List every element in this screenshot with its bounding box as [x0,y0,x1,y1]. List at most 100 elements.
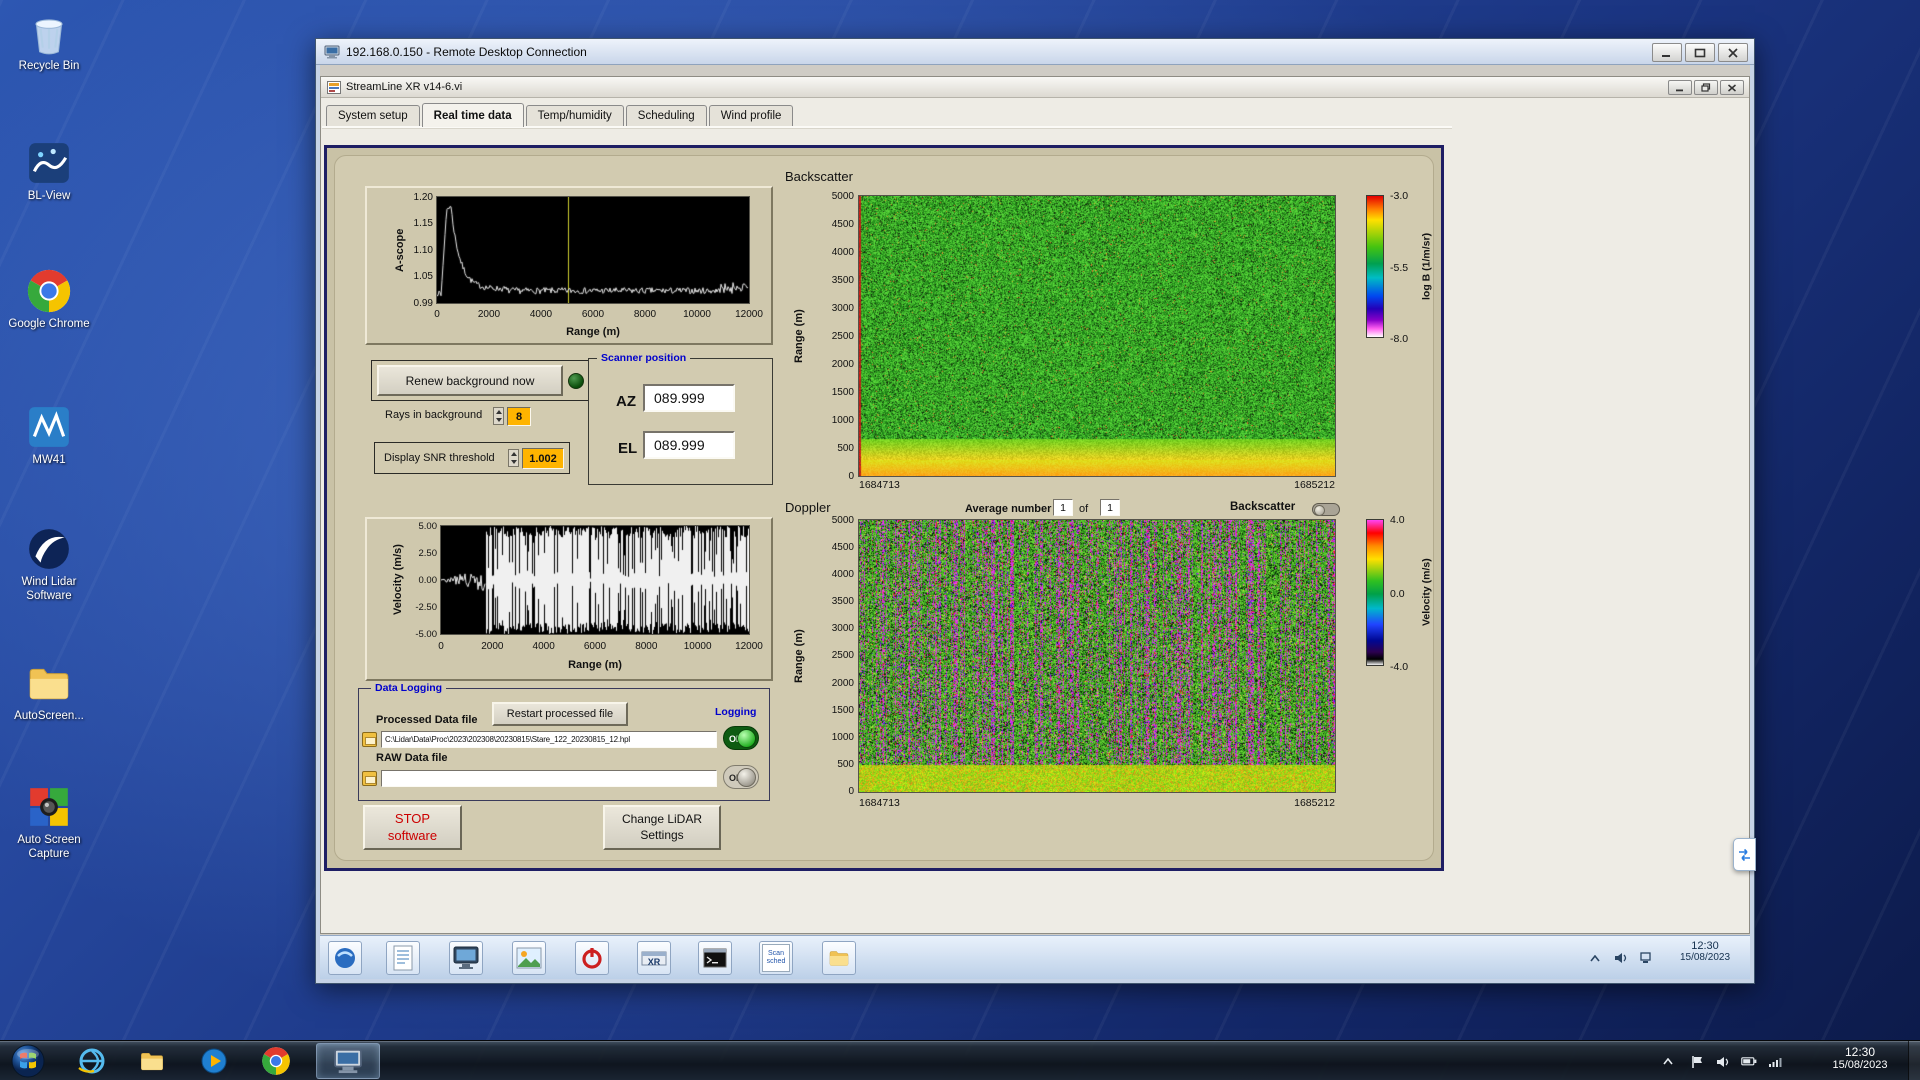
rdp-close-button[interactable] [1718,43,1748,62]
folder-icon [829,951,849,966]
maximize-icon [1694,48,1706,57]
raw-logging-toggle[interactable]: OFF [723,765,759,789]
el-value-indicator: 089.999 [643,431,735,459]
remote-task-power-icon[interactable] [575,941,609,975]
stop-software-button[interactable]: STOP software [363,805,462,850]
rays-spinner[interactable] [493,407,504,425]
rdp-window: 192.168.0.150 - Remote Desktop Connectio… [315,38,1755,984]
taskbar-media-player-icon[interactable] [188,1043,240,1079]
remote-task-display-icon[interactable] [449,941,483,975]
desktop-icon-auto-screen-capture[interactable]: Auto Screen Capture [2,784,96,861]
host-taskbar: 12:30 15/08/2023 [0,1040,1920,1080]
backscatter-x-end: 1685212 [1294,479,1335,491]
path-browse-icon[interactable] [362,771,377,786]
rays-in-background-label: Rays in background [385,409,483,421]
remote-task-scan-sched-icon[interactable]: Scan sched [759,941,793,975]
remote-network-icon[interactable] [1638,949,1656,967]
stop-button-line2: software [387,827,438,843]
doppler-plot-area [858,519,1336,793]
backscatter-x-ticks: 1684713 1685212 [859,479,1335,491]
tab-scheduling[interactable]: Scheduling [625,105,707,127]
battery-icon[interactable] [1740,1053,1757,1070]
taskbar-chrome-icon[interactable] [250,1043,302,1079]
processed-path-field[interactable]: C:\Lidar\Data\Proc\2023\202308\20230815\… [381,731,717,748]
remote-taskbar: XR Scan sched 12:30 15/08/2023 [320,935,1750,979]
backscatter-toggle-label: Backscatter [1230,501,1296,513]
snr-threshold-label: Display SNR threshold [384,452,495,464]
doppler-colorbar [1366,519,1384,666]
az-label: AZ [616,393,636,410]
desktop-icon-bl-view[interactable]: BL-View [2,140,96,204]
remote-volume-icon[interactable] [1612,949,1630,967]
remote-task-cmd-icon[interactable] [698,941,732,975]
rdp-connection-widget[interactable] [1733,838,1756,871]
mw41-icon [29,407,69,447]
notepad-icon [393,945,413,971]
rdp-minimize-button[interactable] [1652,43,1682,62]
flag-icon [1691,1055,1702,1068]
snr-value-field[interactable]: 1.002 [522,448,564,469]
renew-background-button[interactable]: Renew background now [377,365,563,396]
rays-value-field[interactable]: 8 [507,407,531,426]
backscatter-toggle-switch[interactable] [1312,503,1340,516]
remote-clock-time: 12:30 [1691,940,1719,952]
change-button-line2: Settings [640,827,684,842]
average-total-field[interactable]: 1 [1100,499,1120,516]
bl-view-icon [29,143,69,183]
show-desktop-button[interactable] [1908,1041,1920,1080]
backscatter-y-ticks: 5000450040003500300025002000150010005000 [831,190,854,482]
remote-task-folder-icon[interactable] [822,941,856,975]
front-panel: A-scope 1.20 1.15 1.10 1.05 0.99 0 2000 4000 60… [324,145,1444,871]
remote-task-xr-vi-icon[interactable]: XR [637,941,671,975]
network-icon[interactable] [1766,1053,1783,1070]
backscatter-y-axis-label: Range (m) [793,309,805,363]
restart-processed-file-button[interactable]: Restart processed file [492,702,628,726]
desktop-icon-autoscreen[interactable]: AutoScreen... [2,660,96,724]
sync-arrows-icon [1739,848,1750,861]
average-number-field[interactable]: 1 [1053,499,1073,516]
hidden-icons-arrow[interactable] [1659,1053,1676,1070]
scanner-position-title: Scanner position [597,352,691,364]
remote-task-notepad-icon[interactable] [386,941,420,975]
rdp-maximize-button[interactable] [1685,43,1715,62]
action-center-icon[interactable] [1688,1053,1705,1070]
app-restore-button[interactable] [1694,80,1718,95]
doppler-heatmap [859,520,1335,792]
host-clock-time: 12:30 [1844,1045,1876,1059]
remote-hidden-icons-arrow[interactable] [1586,949,1604,967]
remote-clock[interactable]: 12:30 15/08/2023 [1665,940,1745,963]
internet-explorer-icon [78,1048,105,1074]
tab-temp-humidity[interactable]: Temp/humidity [525,105,624,127]
scanner-position-group: Scanner position AZ 089.999 EL 089.999 [588,352,773,485]
sphere-icon [335,948,355,968]
path-browse-icon[interactable] [362,732,377,747]
snr-spinner[interactable] [508,449,519,467]
remote-task-photos-icon[interactable] [512,941,546,975]
tab-real-time-data[interactable]: Real time data [421,103,524,127]
velocity-plot-area [440,525,750,635]
rdp-titlebar[interactable]: 192.168.0.150 - Remote Desktop Connectio… [316,39,1754,65]
app-titlebar[interactable]: StreamLine XR v14-6.vi [321,77,1749,98]
taskbar-rdp-button[interactable] [316,1043,380,1079]
tab-wind-profile[interactable]: Wind profile [708,105,794,127]
remote-task-sphere-icon[interactable] [328,941,362,975]
command-prompt-icon [703,948,727,968]
change-lidar-settings-button[interactable]: Change LiDAR Settings [603,805,721,850]
desktop-icon-mw41[interactable]: MW41 [2,404,96,468]
desktop-icon-google-chrome[interactable]: Google Chrome [2,268,96,332]
app-minimize-button[interactable] [1668,80,1692,95]
volume-icon[interactable] [1714,1053,1731,1070]
desktop-icon-wind-lidar[interactable]: Wind Lidar Software [2,526,96,603]
rdp-computer-icon [334,1048,362,1074]
stop-button-line1: STOP [394,810,431,826]
desktop-icon-recycle-bin[interactable]: Recycle Bin [2,10,96,74]
host-clock[interactable]: 12:30 15/08/2023 [1812,1045,1908,1071]
raw-path-field[interactable] [381,770,717,787]
start-button[interactable] [10,1043,46,1079]
tab-system-setup[interactable]: System setup [326,105,420,127]
desktop-icon-label: Auto Screen Capture [17,834,81,860]
taskbar-ie-icon[interactable] [66,1043,118,1079]
app-close-button[interactable] [1720,80,1744,95]
processed-logging-toggle[interactable]: ON [723,726,759,750]
taskbar-explorer-icon[interactable] [126,1043,178,1079]
